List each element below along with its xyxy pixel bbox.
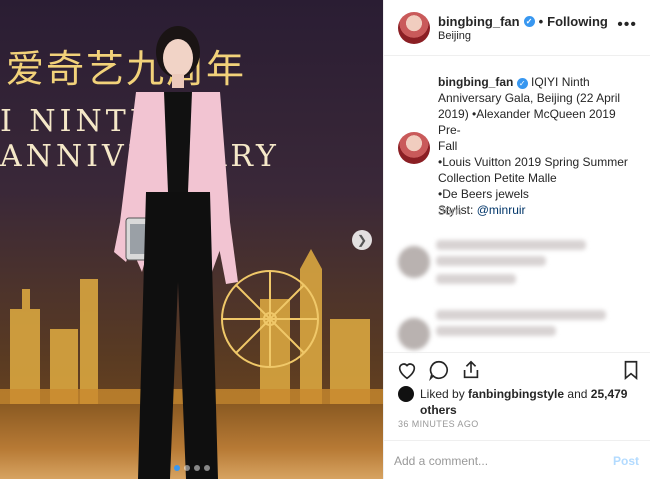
comment-input[interactable]	[394, 451, 594, 471]
carousel-dot	[183, 465, 190, 471]
caption-username-link[interactable]: bingbing_fan	[438, 75, 513, 89]
avatar[interactable]	[398, 12, 430, 44]
caption-line: •Louis Vuitton 2019 Spring Summer	[438, 155, 628, 169]
caption-line: IQIYI Ninth	[531, 75, 590, 89]
likes-and: and	[567, 387, 588, 401]
share-icon[interactable]	[460, 359, 482, 381]
caption: bingbing_fan ✓ IQIYI Ninth Anniversary G…	[384, 64, 650, 224]
caption-line: •De Beers jewels	[438, 187, 529, 201]
blurred-text	[436, 256, 546, 266]
carousel-indicator	[0, 465, 383, 471]
carousel-dot	[173, 465, 180, 471]
blurred-text	[436, 310, 606, 320]
caption-timestamp[interactable]: 36m	[438, 204, 461, 218]
chevron-right-icon: ❯	[356, 233, 368, 247]
person-figure	[114, 26, 238, 479]
action-bar	[384, 352, 650, 382]
avatar[interactable]	[398, 386, 414, 402]
add-comment-bar: Post	[384, 440, 650, 479]
caption-line: Fall	[438, 139, 458, 153]
following-button[interactable]: Following	[547, 14, 608, 29]
carousel-dot	[203, 465, 210, 471]
location-link[interactable]: Beijing	[438, 30, 471, 42]
username-link[interactable]: bingbing_fan	[438, 14, 520, 29]
carousel-dot	[193, 465, 200, 471]
post-comment-button[interactable]: Post	[613, 454, 639, 468]
verified-icon: ✓	[523, 16, 535, 27]
avatar[interactable]	[398, 132, 430, 164]
blurred-text	[436, 240, 586, 250]
bookmark-icon[interactable]	[620, 359, 642, 381]
post-details-panel: bingbing_fan ✓ • Following Beijing ••• b…	[383, 0, 650, 479]
separator-dot: •	[538, 14, 544, 29]
comment-icon[interactable]	[428, 359, 450, 381]
verified-icon: ✓	[516, 78, 528, 89]
caption-line: 2019) •Alexander McQueen 2019 Pre-	[438, 107, 616, 137]
liked-by-user-link[interactable]: fanbingbingstyle	[468, 387, 564, 401]
post-header: bingbing_fan ✓ • Following Beijing •••	[384, 0, 650, 56]
liked-by-prefix: Liked by	[420, 387, 465, 401]
next-photo-button[interactable]: ❯	[352, 230, 372, 250]
blurred-comment	[384, 236, 650, 292]
stylist-mention-link[interactable]: @minruir	[477, 203, 526, 217]
post-age[interactable]: 36 MINUTES AGO	[398, 419, 479, 429]
blurred-text	[436, 326, 556, 336]
avatar	[398, 318, 430, 350]
post-photo[interactable]: 爱奇艺九周年 I NINTH ANNIVERSARY	[0, 0, 383, 479]
avatar	[398, 246, 430, 278]
more-options-icon[interactable]: •••	[617, 16, 637, 34]
caption-line: Collection Petite Malle	[438, 171, 557, 185]
caption-text: bingbing_fan ✓ IQIYI Ninth Anniversary G…	[438, 74, 638, 218]
blurred-text	[436, 274, 516, 284]
caption-line: Anniversary Gala, Beijing (22 April	[438, 91, 621, 105]
heart-icon[interactable]	[396, 359, 418, 381]
header-user-row: bingbing_fan ✓ • Following	[438, 14, 608, 29]
